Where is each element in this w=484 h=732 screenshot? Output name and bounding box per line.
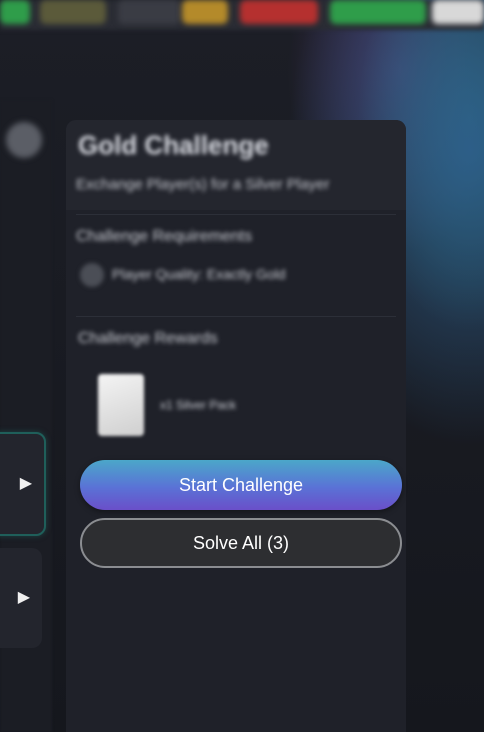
challenge-panel: Gold Challenge Exchange Player(s) for a … [66, 120, 406, 732]
top-chip-2 [40, 0, 106, 24]
challenge-subtitle: Exchange Player(s) for a Silver Player [76, 176, 330, 193]
solve-all-button[interactable]: Solve All (3) [80, 518, 402, 568]
avatar [6, 122, 42, 158]
divider [76, 214, 396, 215]
reward-label: x1 Silver Pack [160, 398, 237, 412]
divider [76, 316, 396, 317]
top-chip-7 [432, 0, 484, 24]
challenge-title: Gold Challenge [78, 130, 269, 160]
top-chip-6 [330, 0, 426, 24]
sidebar-item[interactable]: ▶ [0, 548, 42, 648]
top-chip-4 [182, 0, 228, 24]
start-challenge-button[interactable]: Start Challenge [80, 460, 402, 510]
rewards-heading: Challenge Rewards [78, 330, 218, 347]
top-chip-3 [118, 0, 180, 24]
top-chip-5 [240, 0, 318, 24]
play-icon: ▶ [19, 475, 32, 492]
play-icon: ▶ [17, 589, 30, 606]
pack-icon [98, 374, 144, 436]
top-chip-1 [0, 0, 30, 24]
sidebar-item-active[interactable]: ▶ [0, 432, 46, 536]
requirement-text: Player Quality: Exactly Gold [112, 266, 286, 282]
challenge-header: Gold Challenge Exchange Player(s) for a … [66, 120, 406, 210]
requirement-icon [80, 263, 104, 287]
requirements-heading: Challenge Requirements [76, 228, 253, 245]
screen: ▶ ▶ Gold Challenge Exchange Player(s) fo… [0, 0, 484, 732]
